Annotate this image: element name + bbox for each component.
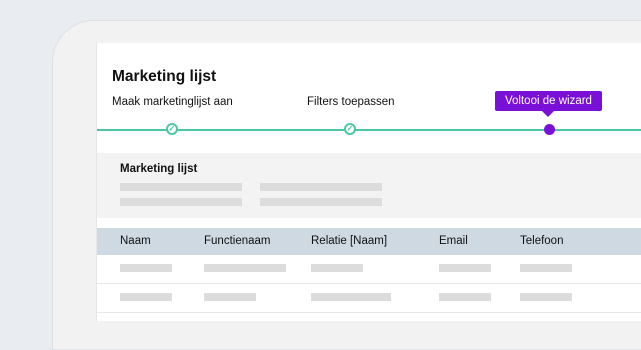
marketing-list-section: Marketing lijst (97, 153, 641, 218)
wizard-step-1-label[interactable]: Maak marketinglijst aan (112, 96, 233, 108)
cell-placeholder (311, 264, 363, 272)
wizard-step-3-active-label[interactable]: Voltooi de wizard (495, 91, 602, 117)
column-header-functienaam[interactable]: Functienaam (204, 235, 270, 247)
wizard-step-2-label[interactable]: Filters toepassen (307, 96, 395, 108)
cell-placeholder (204, 293, 256, 301)
step-2-check-icon[interactable]: ✓ (344, 123, 356, 135)
placeholder-bar (120, 183, 242, 191)
placeholder-bar (120, 198, 242, 206)
cell-placeholder (439, 264, 491, 272)
table-row[interactable] (97, 255, 641, 284)
cell-placeholder (520, 293, 572, 301)
app-screen: Marketing lijst Maak marketinglijst aan … (96, 43, 641, 321)
cell-placeholder (120, 293, 172, 301)
placeholder-bar (260, 183, 382, 191)
cell-placeholder (204, 264, 286, 272)
step-3-active-dot-icon[interactable] (544, 124, 555, 135)
column-header-email[interactable]: Email (439, 235, 468, 247)
table-row[interactable] (97, 284, 641, 313)
table-header: Naam Functienaam Relatie [Naam] Email Te… (97, 228, 641, 255)
step-1-check-icon[interactable]: ✓ (166, 123, 178, 135)
wizard-progress-line (97, 129, 641, 131)
cell-placeholder (311, 293, 391, 301)
cell-placeholder (520, 264, 572, 272)
placeholder-bar (260, 198, 382, 206)
cell-placeholder (120, 264, 172, 272)
column-header-naam[interactable]: Naam (120, 235, 151, 247)
cell-placeholder (439, 293, 491, 301)
column-header-telefoon[interactable]: Telefoon (520, 235, 563, 247)
page-title: Marketing lijst (112, 68, 217, 85)
column-header-relatie[interactable]: Relatie [Naam] (311, 235, 387, 247)
section-title: Marketing lijst (120, 163, 198, 175)
